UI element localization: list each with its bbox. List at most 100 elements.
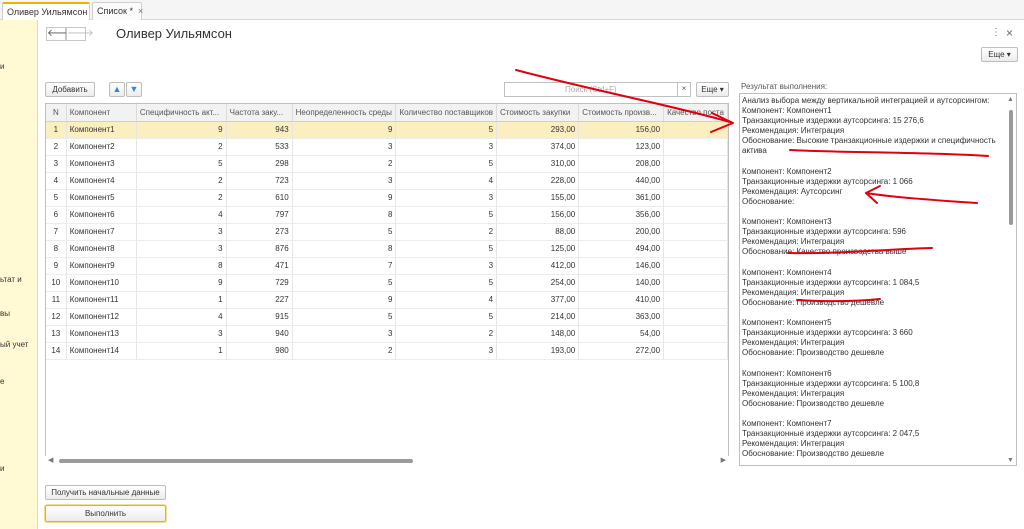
scroll-down-icon[interactable]: ▼ xyxy=(1007,457,1014,464)
table-cell[interactable]: 356,00 xyxy=(578,206,665,224)
table-cell[interactable]: Компонент14 xyxy=(66,342,137,360)
table-cell[interactable] xyxy=(663,189,728,207)
move-down-button[interactable]: ▼ xyxy=(126,82,142,97)
table-cell[interactable]: 2 xyxy=(395,223,498,241)
table-cell[interactable]: 9 xyxy=(292,291,397,309)
table-cell[interactable]: 2 xyxy=(395,325,498,343)
table-row[interactable]: 14 Компонент14 1 980 2 3 193,00 272,00 xyxy=(46,342,728,360)
table-cell[interactable]: Компонент3 xyxy=(66,155,137,173)
table-cell[interactable]: 5 xyxy=(395,240,498,258)
table-cell[interactable]: 310,00 xyxy=(496,155,580,173)
table-cell[interactable] xyxy=(663,274,728,292)
add-button[interactable]: Добавить xyxy=(45,82,95,97)
forward-button[interactable]: 🡒 xyxy=(66,27,94,41)
section-item[interactable]: ый учет xyxy=(0,340,28,349)
table-cell[interactable]: 54,00 xyxy=(578,325,665,343)
table-cell[interactable]: 9 xyxy=(136,121,227,139)
table-cell[interactable]: 293,00 xyxy=(496,121,580,139)
table-cell[interactable]: 1 xyxy=(46,121,67,139)
table-cell[interactable]: 943 xyxy=(226,121,293,139)
table-cell[interactable]: 214,00 xyxy=(496,308,580,326)
execute-button[interactable]: Выполнить xyxy=(45,505,166,522)
table-cell[interactable]: 2 xyxy=(136,172,227,190)
table-cell[interactable]: Компонент6 xyxy=(66,206,137,224)
table-cell[interactable]: Компонент12 xyxy=(66,308,137,326)
table-cell[interactable]: 155,00 xyxy=(496,189,580,207)
column-header[interactable]: Неопределенность среды xyxy=(292,104,397,122)
scroll-thumb[interactable] xyxy=(1009,110,1013,225)
column-header[interactable]: Компонент xyxy=(66,104,137,122)
table-cell[interactable] xyxy=(663,172,728,190)
table-cell[interactable]: 2 xyxy=(292,342,397,360)
table-cell[interactable]: 9 xyxy=(136,274,227,292)
table-cell[interactable]: 4 xyxy=(136,206,227,224)
table-cell[interactable]: 10 xyxy=(46,274,67,292)
table-cell[interactable]: 412,00 xyxy=(496,257,580,275)
table-cell[interactable]: 797 xyxy=(226,206,293,224)
result-textarea[interactable]: Анализ выбора между вертикальной интегра… xyxy=(739,93,1017,466)
table-cell[interactable]: Компонент2 xyxy=(66,138,137,156)
table-cell[interactable]: 5 xyxy=(395,155,498,173)
table-cell[interactable]: 2 xyxy=(292,155,397,173)
table-cell[interactable]: 361,00 xyxy=(578,189,665,207)
table-cell[interactable]: 254,00 xyxy=(496,274,580,292)
table-cell[interactable]: 3 xyxy=(136,223,227,241)
table-row[interactable]: 11 Компонент11 1 227 9 4 377,00 410,00 xyxy=(46,291,728,309)
table-cell[interactable]: 148,00 xyxy=(496,325,580,343)
components-table[interactable]: N Компонент Специфичность акт... Частота за… xyxy=(45,103,729,465)
table-cell[interactable]: Компонент11 xyxy=(66,291,137,309)
table-row[interactable]: 9 Компонент9 8 471 7 3 412,00 146,00 xyxy=(46,257,728,275)
table-cell[interactable]: 494,00 xyxy=(578,240,665,258)
scroll-up-icon[interactable]: ▲ xyxy=(1007,96,1014,103)
table-cell[interactable]: Компонент1 xyxy=(66,121,137,139)
table-row[interactable]: 12 Компонент12 4 915 5 5 214,00 363,00 xyxy=(46,308,728,326)
table-cell[interactable]: Компонент9 xyxy=(66,257,137,275)
close-icon[interactable]: × xyxy=(1006,26,1013,40)
table-cell[interactable]: 2 xyxy=(136,138,227,156)
table-row[interactable]: 7 Компонент7 3 273 5 2 88,00 200,00 xyxy=(46,223,728,241)
table-row[interactable]: 13 Компонент13 3 940 3 2 148,00 54,00 xyxy=(46,325,728,343)
table-cell[interactable]: 298 xyxy=(226,155,293,173)
table-cell[interactable]: 7 xyxy=(292,257,397,275)
table-cell[interactable]: Компонент13 xyxy=(66,325,137,343)
table-cell[interactable]: Компонент4 xyxy=(66,172,137,190)
table-cell[interactable]: Компонент7 xyxy=(66,223,137,241)
table-cell[interactable]: 8 xyxy=(46,240,67,258)
tab-oliver-williamson[interactable]: Оливер Уильямсон× xyxy=(2,2,98,20)
table-cell[interactable]: 156,00 xyxy=(578,121,665,139)
table-cell[interactable] xyxy=(663,240,728,258)
table-cell[interactable]: 146,00 xyxy=(578,257,665,275)
table-cell[interactable]: 5 xyxy=(46,189,67,207)
table-cell[interactable]: 193,00 xyxy=(496,342,580,360)
column-header[interactable]: Частота заку... xyxy=(226,104,293,122)
table-cell[interactable]: 4 xyxy=(395,291,498,309)
table-cell[interactable]: Компонент5 xyxy=(66,189,137,207)
table-cell[interactable]: 3 xyxy=(395,342,498,360)
table-row[interactable]: 5 Компонент5 2 610 9 3 155,00 361,00 xyxy=(46,189,728,207)
table-cell[interactable]: 5 xyxy=(395,121,498,139)
table-cell[interactable]: 1 xyxy=(136,342,227,360)
column-header[interactable]: Специфичность акт... xyxy=(136,104,227,122)
table-cell[interactable]: 3 xyxy=(395,189,498,207)
table-row[interactable]: 6 Компонент6 4 797 8 5 156,00 356,00 xyxy=(46,206,728,224)
section-item[interactable]: и xyxy=(0,464,4,473)
table-cell[interactable]: 9 xyxy=(46,257,67,275)
table-cell[interactable]: 123,00 xyxy=(578,138,665,156)
table-cell[interactable]: 227 xyxy=(226,291,293,309)
table-cell[interactable]: 4 xyxy=(136,308,227,326)
scroll-thumb[interactable] xyxy=(59,459,413,463)
section-item[interactable]: и xyxy=(0,62,4,71)
table-row[interactable]: 3 Компонент3 5 298 2 5 310,00 208,00 xyxy=(46,155,728,173)
table-cell[interactable]: 374,00 xyxy=(496,138,580,156)
table-cell[interactable]: 7 xyxy=(46,223,67,241)
table-cell[interactable]: 3 xyxy=(292,172,397,190)
table-cell[interactable]: 88,00 xyxy=(496,223,580,241)
table-cell[interactable]: 200,00 xyxy=(578,223,665,241)
table-cell[interactable] xyxy=(663,342,728,360)
table-cell[interactable]: 3 xyxy=(395,257,498,275)
table-cell[interactable]: 273 xyxy=(226,223,293,241)
table-cell[interactable]: 876 xyxy=(226,240,293,258)
column-header[interactable]: N xyxy=(46,104,67,122)
vertical-scrollbar[interactable]: ▲ ▼ xyxy=(1007,96,1015,464)
table-cell[interactable]: 9 xyxy=(292,189,397,207)
